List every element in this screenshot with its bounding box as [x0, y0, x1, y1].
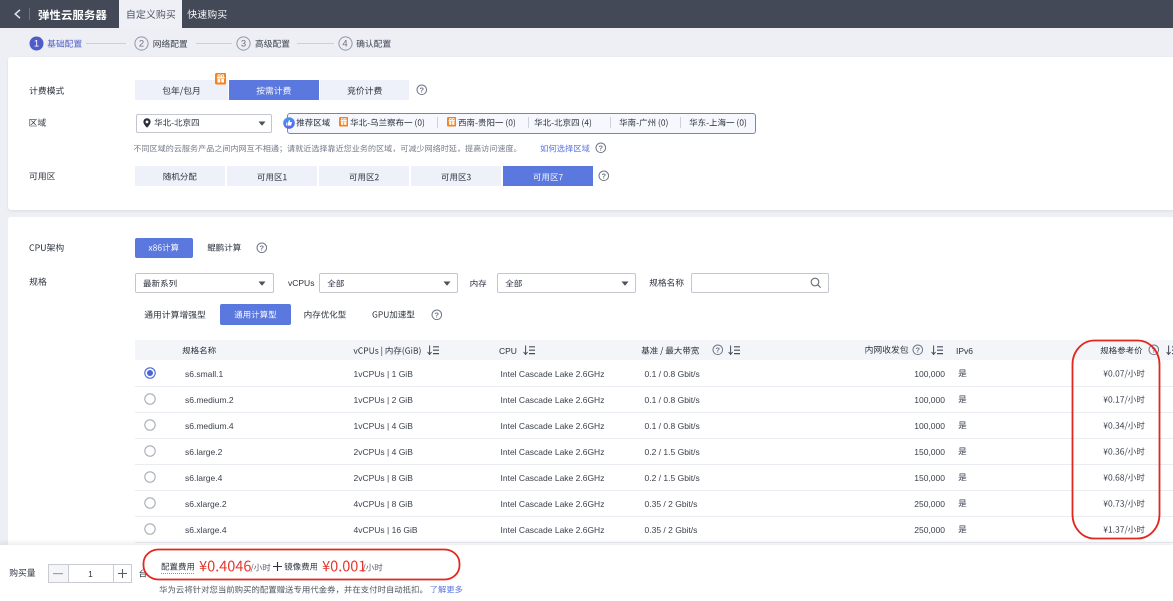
svg-text:?: ?: [420, 86, 425, 95]
svg-text:?: ?: [916, 346, 921, 355]
svg-text:?: ?: [601, 172, 606, 181]
svg-text:?: ?: [434, 310, 439, 319]
svg-text:?: ?: [259, 243, 264, 252]
svg-text:?: ?: [598, 144, 603, 153]
svg-text:?: ?: [716, 346, 721, 355]
